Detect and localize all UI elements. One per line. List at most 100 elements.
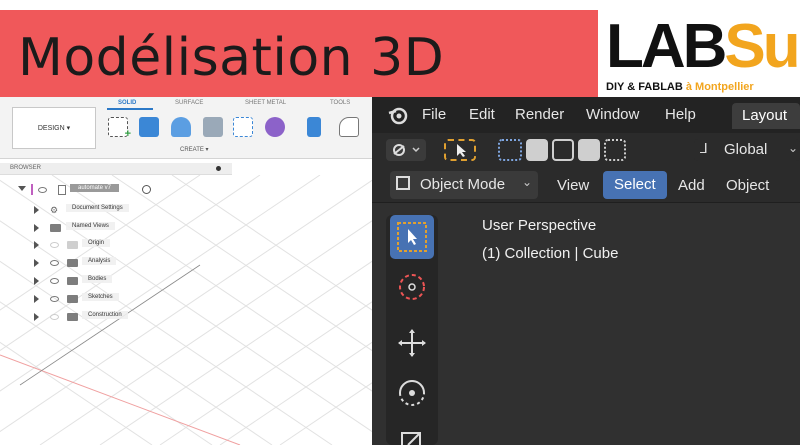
logo-tagline: DIY & FABLAB à Montpellier [606, 81, 754, 93]
chevron-down-icon: ⌄ [788, 141, 799, 155]
viewport-perspective-label: User Perspective [482, 217, 597, 234]
tab-solid[interactable]: SOLID [118, 100, 136, 106]
expand-arrow-icon[interactable] [34, 224, 39, 232]
visibility-eye-icon[interactable] [50, 314, 59, 320]
select-tool-icon[interactable] [444, 139, 476, 161]
blender-logo-icon[interactable] [387, 105, 409, 125]
browser-pin-icon[interactable] [216, 166, 221, 171]
gear-icon: ⚙ [50, 205, 59, 215]
sweep-icon[interactable] [203, 117, 223, 137]
select-extend-icon[interactable] [526, 139, 548, 161]
modify-press-pull-icon[interactable] [307, 117, 321, 137]
move-icon[interactable] [390, 321, 434, 365]
mode-header: Object Mode ⌄ View Select Add Object [372, 167, 800, 203]
editor-type-icon[interactable] [386, 139, 426, 161]
active-tab-underline [107, 108, 153, 110]
expand-arrow-icon[interactable] [34, 206, 39, 214]
object-mode-icon [396, 176, 410, 190]
object-mode-dropdown[interactable]: Object Mode ⌄ [390, 171, 538, 199]
tree-item-document-settings[interactable]: ⚙ Document Settings [0, 203, 200, 217]
scale-icon[interactable] [390, 419, 434, 445]
expand-arrow-icon[interactable] [34, 295, 39, 303]
tab-layout[interactable]: Layout [732, 103, 800, 129]
folder-icon [67, 259, 78, 267]
tree-item-sketches[interactable]: Sketches [0, 292, 200, 306]
menu-render[interactable]: Render [515, 106, 564, 123]
tree-item-label: Document Settings [66, 204, 129, 212]
folder-icon [67, 295, 78, 303]
visibility-eye-icon[interactable] [38, 187, 47, 193]
header-banner: Modélisation 3D LABSud DIY & FABLAB à Mo… [0, 0, 800, 97]
fusion360-screenshot: DESIGN ▾ SOLID SURFACE SHEET METAL TOOLS… [0, 97, 372, 445]
component-icon[interactable] [265, 117, 285, 137]
expand-arrow-icon[interactable] [34, 277, 39, 285]
orientation-value: Global [724, 141, 768, 158]
logo-wordmark: LABSud [606, 10, 800, 84]
tree-item-label: Construction [82, 311, 128, 319]
expand-arrow-icon[interactable] [18, 186, 26, 191]
tab-tools[interactable]: TOOLS [330, 100, 350, 106]
menu-view[interactable]: View [557, 177, 589, 194]
viewport-collection-label: (1) Collection | Cube [482, 245, 619, 262]
document-icon [58, 185, 66, 195]
blender-menubar: File Edit Render Window Help Layout [372, 97, 800, 133]
fillet-icon[interactable] [339, 117, 359, 137]
visibility-eye-icon[interactable] [50, 296, 59, 302]
page-title: Modélisation 3D [18, 28, 445, 88]
tree-item-origin[interactable]: Origin [0, 238, 200, 252]
cursor-icon[interactable] [390, 265, 434, 309]
tree-item-label: Origin [82, 239, 111, 247]
tree-item-label: Sketches [82, 293, 119, 301]
create-sketch-icon[interactable]: + [108, 117, 131, 140]
menu-edit[interactable]: Edit [469, 106, 495, 123]
expand-arrow-icon[interactable] [34, 313, 39, 321]
revolve-icon[interactable] [171, 117, 191, 137]
select-new-icon[interactable] [498, 139, 522, 161]
menu-window[interactable]: Window [586, 106, 639, 123]
transform-orientation-dropdown[interactable]: ⅃ Global ⌄ [694, 139, 800, 161]
tab-surface[interactable]: SURFACE [175, 100, 203, 106]
menu-add[interactable]: Add [678, 177, 705, 194]
rotate-icon[interactable] [390, 371, 434, 415]
logo-sud-text: Sud [724, 12, 800, 81]
folder-icon [67, 241, 78, 249]
pattern-icon[interactable] [233, 117, 253, 137]
mode-value: Object Mode [420, 176, 506, 193]
select-subtract-icon[interactable] [552, 139, 574, 161]
create-menu[interactable]: CREATE ▾ [180, 146, 209, 153]
root-item-label: automate v7 [70, 184, 120, 192]
browser-label: BROWSER [10, 165, 42, 171]
browser-header[interactable]: BROWSER [0, 163, 232, 175]
expand-arrow-icon[interactable] [34, 259, 39, 267]
title-band: Modélisation 3D [0, 10, 598, 97]
select-intersect-icon[interactable] [604, 139, 626, 161]
visibility-eye-icon[interactable] [50, 242, 59, 248]
activate-radio-icon[interactable] [142, 185, 151, 194]
logo-lab-text: LAB [606, 12, 727, 81]
menu-file[interactable]: File [422, 106, 446, 123]
chevron-down-icon: ⌄ [522, 175, 533, 189]
menu-help[interactable]: Help [665, 106, 696, 123]
expand-arrow-icon[interactable] [34, 241, 39, 249]
orientation-axes-icon: ⅃ [700, 140, 708, 156]
menu-select[interactable]: Select [603, 171, 667, 199]
visibility-eye-icon[interactable] [50, 278, 59, 284]
select-invert-icon[interactable] [578, 139, 600, 161]
tree-item-construction[interactable]: Construction [0, 310, 200, 324]
tagline-city: Montpellier [691, 81, 754, 93]
tree-item-named-views[interactable]: Named Views [0, 221, 200, 235]
tree-item-label: Bodies [82, 275, 113, 283]
extrude-icon[interactable] [139, 117, 159, 137]
tree-item-analysis[interactable]: Analysis [0, 256, 200, 270]
tree-item-label: Analysis [82, 257, 117, 265]
visibility-eye-icon[interactable] [50, 260, 59, 266]
select-box-icon[interactable] [390, 215, 434, 259]
tree-item-bodies[interactable]: Bodies [0, 274, 200, 288]
design-workspace-button[interactable]: DESIGN ▾ [12, 107, 96, 149]
browser-root-item[interactable]: automate v7 [0, 183, 200, 197]
folder-icon [50, 224, 61, 232]
tab-sheet-metal[interactable]: SHEET METAL [245, 100, 286, 106]
menu-object[interactable]: Object [726, 177, 769, 194]
tagline-main: DIY & FABLAB [606, 81, 686, 93]
folder-icon [67, 313, 78, 321]
